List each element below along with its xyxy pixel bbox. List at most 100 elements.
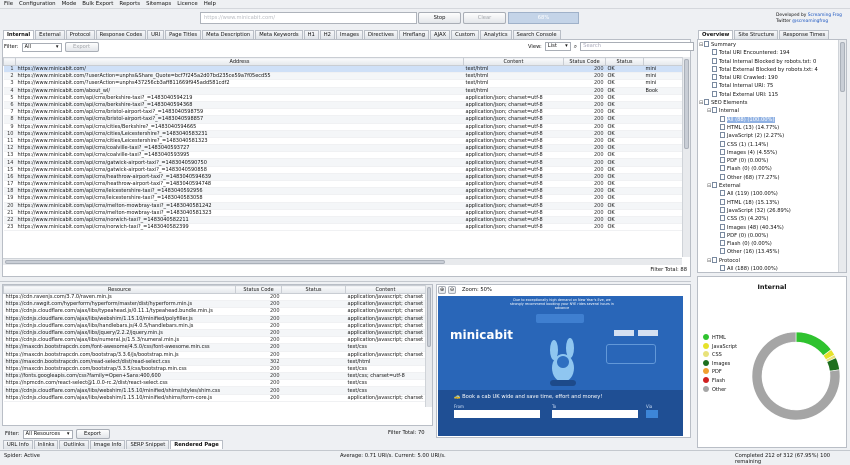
table-row[interactable]: 16 https://www.minicabit.com/api/cms/heat… [3, 173, 682, 182]
table-row[interactable]: 11 https://www.minicabit.com/api/cms/citi… [3, 137, 682, 146]
url-input[interactable]: https://www.minicabit.com/ [200, 12, 417, 24]
resource-row[interactable]: https://cdn.ravenjs.com/3.7.0/raven.min.… [3, 293, 425, 302]
table-row[interactable]: 18 https://www.minicabit.com/api/cms/leic… [3, 187, 682, 196]
table-row[interactable]: 17 https://www.minicabit.com/api/cms/heat… [3, 180, 682, 189]
table-row[interactable]: 3 https://www.minicabit.com/?userAction=u… [3, 79, 682, 88]
tab-response-codes[interactable]: Response Codes [95, 30, 147, 39]
resource-row[interactable]: https://cdnjs.cloudflare.com/ajax/libs/w… [3, 394, 425, 402]
tab-page-titles[interactable]: Page Titles [165, 30, 202, 39]
zoom-in-icon[interactable]: ⊕ [438, 286, 446, 294]
resource-row[interactable]: https://fonts.googleapis.com/css?family=… [3, 372, 425, 381]
table-row[interactable]: 1 https://www.minicabit.com/text/html 200 O… [3, 65, 682, 74]
tab-hreflang[interactable]: Hreflang [398, 30, 430, 39]
tree-node[interactable]: ⊟ SEO Elements [699, 99, 837, 107]
tree-node[interactable]: Images (48) (40.34%) [699, 223, 837, 232]
export-button[interactable]: Export [64, 42, 99, 52]
tree-node[interactable]: Flash (0) (0.00%) [699, 240, 837, 248]
column-header[interactable]: Address [15, 57, 464, 66]
menu-item-bulk-export[interactable]: Bulk Export [82, 1, 113, 7]
detail-tab-rendered-page[interactable]: Rendered Page [170, 440, 223, 449]
tree-node[interactable]: Images (4) (4.55%) [699, 148, 837, 157]
tree-node[interactable]: JavaScript (2) (2.27%) [699, 132, 837, 140]
table-row[interactable]: 15 https://www.minicabit.com/api/cms/gatw… [3, 166, 682, 174]
resource-row[interactable]: https://cdnjs.cloudflare.com/ajax/libs/h… [3, 322, 425, 330]
table-row[interactable]: 9 https://www.minicabit.com/api/cms/citie… [3, 123, 682, 131]
table-row[interactable]: 13 https://www.minicabit.com/api/cms/coal… [3, 151, 682, 160]
tree-node[interactable]: Total External URI: 115 [699, 90, 837, 99]
resource-row[interactable]: https://cdnjs.cloudflare.com/ajax/libs/j… [3, 329, 425, 338]
main-vertical-scrollbar[interactable] [682, 57, 690, 257]
tree-node[interactable]: JavaScript (32) (26.89%) [699, 206, 837, 215]
detail-tab-image-info[interactable]: Image Info [89, 440, 126, 449]
table-row[interactable]: 14 https://www.minicabit.com/api/cms/gatw… [3, 158, 682, 167]
resource-column-header[interactable]: Content [345, 285, 425, 294]
slice-html[interactable] [795, 331, 832, 357]
resource-row[interactable]: https://cdnjs.cloudflare.com/ajax/libs/w… [3, 386, 425, 395]
tab-search-console[interactable]: Search Console [512, 30, 561, 39]
table-row[interactable]: 12 https://www.minicabit.com/api/cms/coal… [3, 144, 682, 153]
resource-row[interactable]: https://cdnjs.cloudflare.com/ajax/libs/w… [3, 315, 425, 323]
tree-node[interactable]: All (188) (100.00%) [699, 265, 837, 271]
tree-scrollbar[interactable] [838, 40, 846, 272]
tree-node[interactable]: Other (16) (13.45%) [699, 248, 837, 256]
search-input[interactable]: Search [580, 42, 695, 51]
tree-node[interactable]: PDF (0) (0.00%) [699, 231, 837, 240]
twitter-link[interactable]: @screamingfrog [792, 19, 828, 24]
zoom-out-icon[interactable]: ⊖ [448, 286, 456, 294]
right-tab-overview[interactable]: Overview [698, 30, 734, 39]
resource-row[interactable]: https://maxcdn.bootstrapcdn.com/font-awe… [3, 343, 425, 352]
tab-meta-keywords[interactable]: Meta Keywords [255, 30, 303, 39]
tree-node[interactable]: Total Internal Blocked by robots.txt: 0 [699, 57, 837, 66]
tree-node[interactable]: All (119) (100.00%) [699, 190, 837, 198]
resource-column-header[interactable]: Status Code [235, 285, 282, 294]
table-row[interactable]: 5 https://www.minicabit.com/api/cms/berks… [3, 94, 682, 102]
tab-h1[interactable]: H1 [303, 30, 319, 39]
table-row[interactable]: 8 https://www.minicabit.com/api/cms/brist… [3, 115, 682, 124]
resource-row[interactable]: https://maxcdn.bootstrapcdn.com/read-sel… [3, 358, 425, 366]
tree-node[interactable]: ⊟ Internal [699, 107, 837, 115]
tree-node[interactable]: Total URI Crawled: 190 [699, 74, 837, 82]
tab-uri[interactable]: URI [147, 30, 165, 39]
tree-node[interactable]: ⊟ External [699, 182, 837, 190]
tree-node[interactable]: Total Internal URI: 75 [699, 82, 837, 90]
table-row[interactable]: 7 https://www.minicabit.com/api/cms/brist… [3, 108, 682, 117]
right-tab-response-times[interactable]: Response Times [779, 30, 830, 39]
tree-node[interactable]: PDF (0) (0.00%) [699, 157, 837, 165]
tree-node[interactable]: Total URI Encountered: 194 [699, 49, 837, 57]
tree-node[interactable]: Flash (0) (0.00%) [699, 165, 837, 173]
column-header[interactable]: Content [463, 57, 564, 66]
tree-node[interactable]: HTML (13) (14.77%) [699, 123, 837, 132]
view-dropdown[interactable]: List ▾ [544, 42, 571, 51]
table-row[interactable]: 4 https://www.minicabit.com/about_wl/text… [3, 87, 682, 95]
tree-node[interactable]: Total External Blocked by robots.txt: 4 [699, 65, 837, 74]
table-row[interactable]: 22 https://www.minicabit.com/api/cms/norw… [3, 216, 682, 225]
detail-tab-url-info[interactable]: URL Info [3, 440, 33, 449]
tree-node[interactable]: ⊟ Summary [699, 41, 837, 49]
clear-button[interactable]: Clear [463, 12, 506, 24]
resources-filter-dropdown[interactable]: All Resources ▾ [22, 429, 73, 439]
menu-item-sitemaps[interactable]: Sitemaps [146, 1, 171, 7]
table-row[interactable]: 21 https://www.minicabit.com/api/cms/melt… [3, 209, 682, 217]
resource-column-header[interactable]: Resource [3, 285, 236, 294]
tab-images[interactable]: Images [335, 30, 363, 39]
column-header[interactable] [643, 57, 682, 66]
screaming-frog-link[interactable]: Screaming Frog [808, 13, 842, 18]
menu-item-mode[interactable]: Mode [62, 1, 77, 7]
resource-row[interactable]: https://maxcdn.bootstrapcdn.com/bootstra… [3, 365, 425, 374]
resources-export-button[interactable]: Export [75, 429, 110, 439]
main-horizontal-scrollbar[interactable] [3, 258, 682, 265]
resource-row[interactable]: https://npmcdn.com/react-select@1.0.0-rc… [3, 379, 425, 388]
tree-node[interactable]: ⊟ Protocol [699, 256, 837, 265]
tree-node[interactable]: CSS (1) (1.14%) [699, 140, 837, 149]
resource-row[interactable]: https://cdn.rawgit.com/hyperform/hyperfo… [3, 300, 425, 309]
menu-item-help[interactable]: Help [204, 1, 216, 7]
resource-row[interactable]: https://cdnjs.cloudflare.com/ajax/libs/n… [3, 336, 425, 345]
tab-ajax[interactable]: AJAX [430, 30, 451, 39]
tree-node[interactable]: Other (68) (77.27%) [699, 173, 837, 182]
table-row[interactable]: 2 https://www.minicabit.com/?userAction=u… [3, 72, 682, 81]
split-divider[interactable] [0, 278, 691, 282]
table-row[interactable]: 23 https://www.minicabit.com/api/cms/norw… [3, 223, 682, 232]
tab-protocol[interactable]: Protocol [65, 30, 95, 39]
right-tab-site-structure[interactable]: Site Structure [734, 30, 779, 39]
tab-h2[interactable]: H2 [319, 30, 335, 39]
